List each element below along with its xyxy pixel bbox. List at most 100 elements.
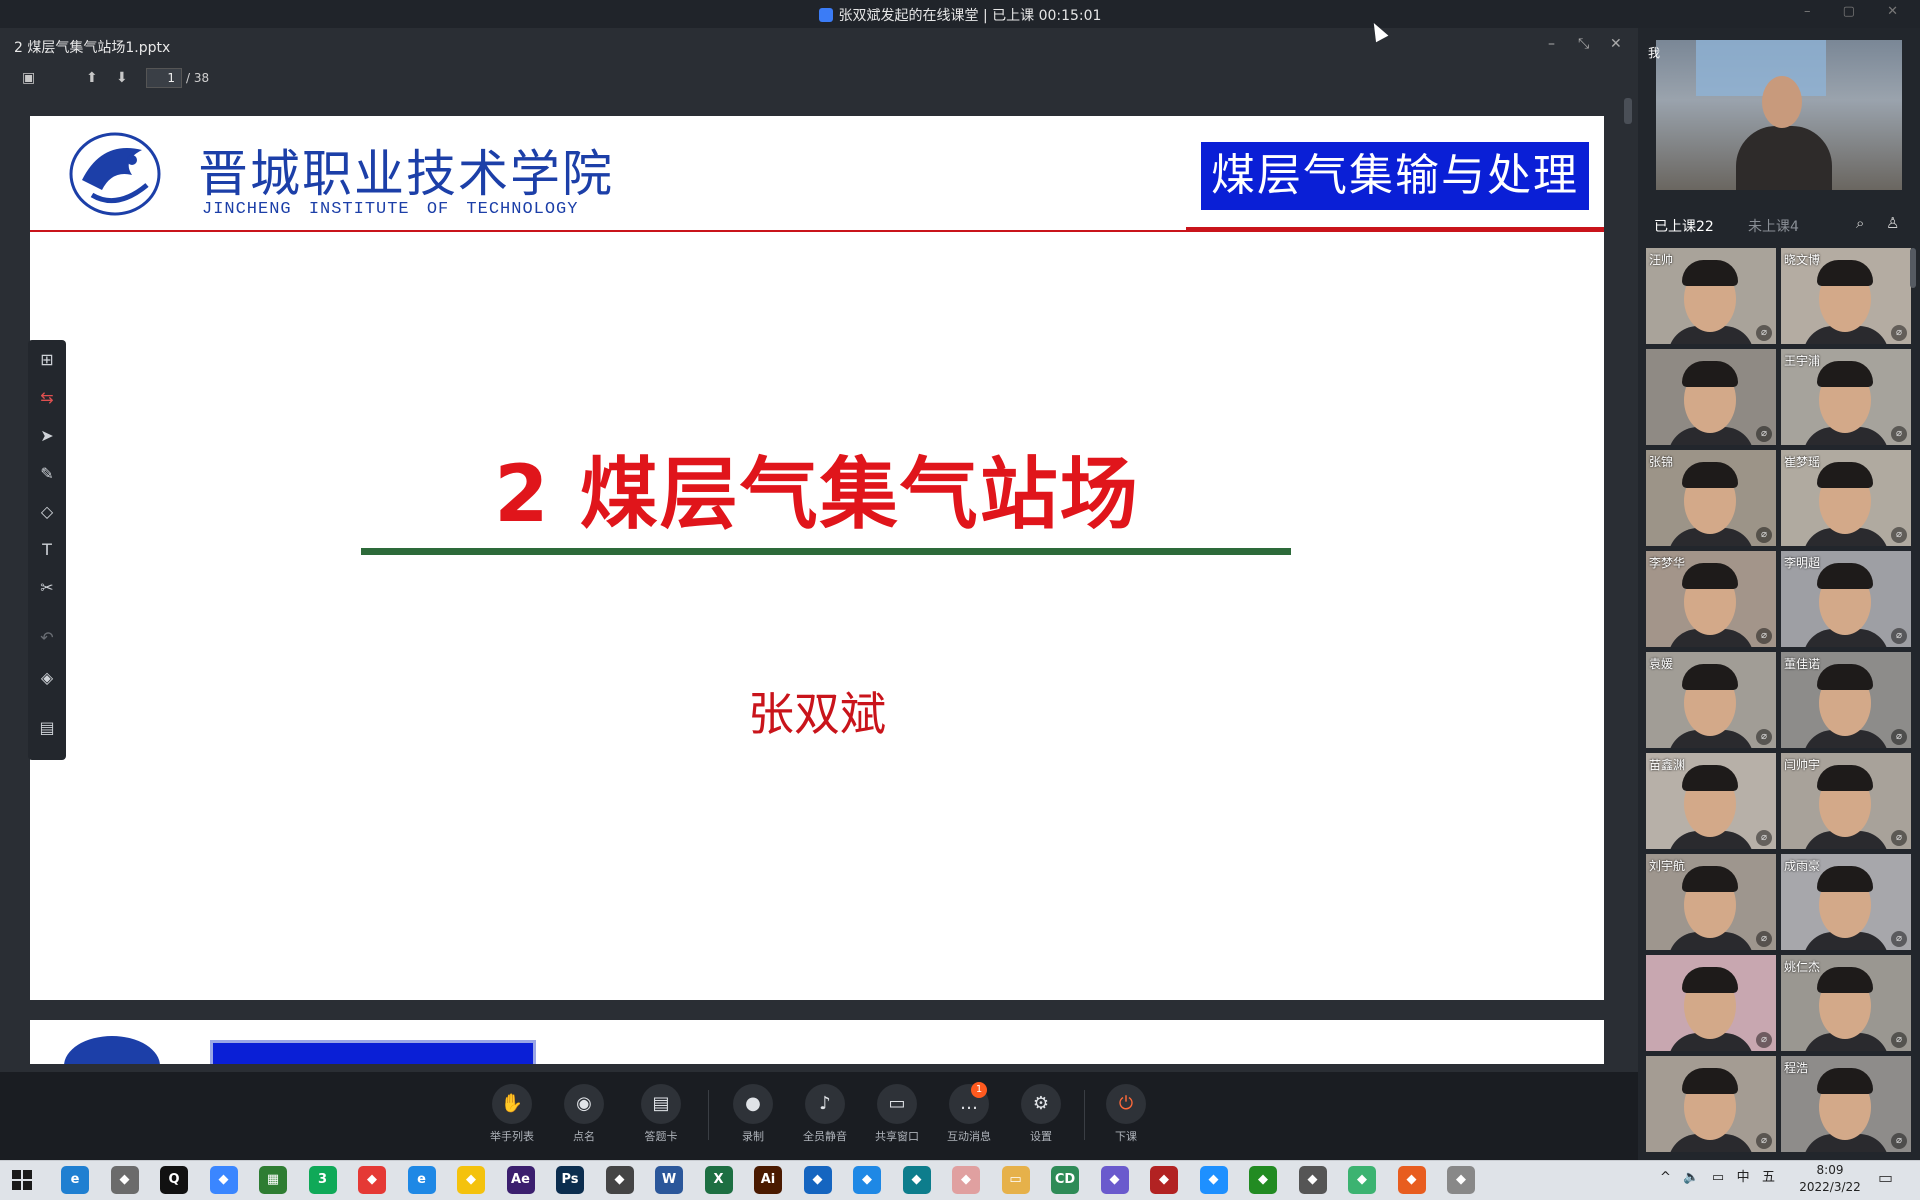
student-video-tile[interactable]: 张锦 ⌀: [1646, 450, 1776, 546]
volume-icon[interactable]: 🔈: [1683, 1170, 1699, 1185]
taskbar-app-Ae-icon[interactable]: Ae: [506, 1166, 535, 1194]
next-page-icon[interactable]: ⬇: [116, 70, 128, 86]
taskbar-app-app-icon[interactable]: ◆: [853, 1166, 881, 1194]
search-icon[interactable]: ⌕: [1856, 214, 1864, 232]
mic-muted-icon[interactable]: ⌀: [1756, 830, 1772, 846]
mic-muted-icon[interactable]: ⌀: [1891, 931, 1907, 947]
student-video-tile[interactable]: 汪帅 ⌀: [1646, 248, 1776, 344]
eraser-icon[interactable]: ◈: [28, 668, 66, 687]
tab-offline[interactable]: 未上课4: [1748, 216, 1799, 236]
student-video-tile[interactable]: 王宇浦 ⌀: [1781, 349, 1911, 445]
mic-muted-icon[interactable]: ⌀: [1756, 628, 1772, 644]
ime-indicator[interactable]: 中: [1737, 1170, 1750, 1185]
taskbar-app-app-icon[interactable]: ◆: [1249, 1166, 1277, 1194]
record-button[interactable]: ● 录制: [723, 1084, 783, 1144]
student-video-tile[interactable]: 董佳诺 ⌀: [1781, 652, 1911, 748]
taskbar-app-app-icon[interactable]: ◆: [1199, 1166, 1228, 1194]
pen-icon[interactable]: ✎: [28, 464, 66, 483]
share-window-button[interactable]: ▭ 共享窗口: [867, 1084, 927, 1144]
start-button[interactable]: [12, 1170, 32, 1190]
student-video-tile[interactable]: 苗鑫渊 ⌀: [1646, 753, 1776, 849]
mic-muted-icon[interactable]: ⌀: [1756, 729, 1772, 745]
student-video-tile[interactable]: 李梦华 ⌀: [1646, 551, 1776, 647]
taskbar-app-app-icon[interactable]: ◆: [110, 1166, 139, 1194]
student-video-tile[interactable]: 程浩 ⌀: [1781, 1056, 1911, 1152]
tab-online[interactable]: 已上课22: [1654, 216, 1714, 236]
mic-muted-icon[interactable]: ⌀: [1756, 426, 1772, 442]
taskbar-app-app-icon[interactable]: ◆: [605, 1166, 634, 1194]
ime-layout-indicator[interactable]: 五: [1762, 1170, 1775, 1185]
student-video-tile[interactable]: 李明超 ⌀: [1781, 551, 1911, 647]
slides-scrollbar[interactable]: [1624, 98, 1632, 1058]
student-video-tile[interactable]: 崔梦瑶 ⌀: [1781, 450, 1911, 546]
add-page-icon[interactable]: ⊞: [28, 350, 66, 369]
roll-call-button[interactable]: ◉ 点名: [554, 1084, 614, 1144]
student-video-tile[interactable]: ⌀: [1646, 349, 1776, 445]
taskbar-app-app-icon[interactable]: ◆: [1397, 1166, 1426, 1194]
mic-muted-icon[interactable]: ⌀: [1891, 729, 1907, 745]
taskbar-app-app-icon[interactable]: ◆: [952, 1166, 980, 1194]
notification-icon[interactable]: ▭: [1878, 1168, 1893, 1187]
messages-button[interactable]: … 1 互动消息: [939, 1082, 999, 1144]
switch-icon[interactable]: ⇆: [28, 388, 66, 407]
network-icon[interactable]: ▭: [1712, 1170, 1724, 1185]
taskbar-app-calc-icon[interactable]: ▦: [259, 1166, 287, 1194]
student-video-tile[interactable]: ⌀: [1646, 1056, 1776, 1152]
restore-doc-icon[interactable]: ⤡: [1578, 36, 1589, 52]
minimize-doc-icon[interactable]: –: [1548, 36, 1555, 52]
mic-muted-icon[interactable]: ⌀: [1891, 527, 1907, 543]
mic-muted-icon[interactable]: ⌀: [1891, 426, 1907, 442]
taskbar-app-X-icon[interactable]: X: [704, 1166, 733, 1194]
taskbar-app-360-icon[interactable]: 3: [308, 1166, 337, 1194]
taskbar-app-app-icon[interactable]: ◆: [803, 1166, 832, 1194]
taskbar-clock[interactable]: 8:09 2022/3/22: [1790, 1162, 1870, 1196]
panel-scrollbar[interactable]: [1910, 248, 1916, 288]
taskbar-app-app-icon[interactable]: ◆: [1298, 1166, 1327, 1194]
text-icon[interactable]: T: [28, 540, 66, 559]
taskbar-app-app-icon[interactable]: ◆: [1100, 1166, 1129, 1194]
taskbar-app-qq-icon[interactable]: Q: [160, 1166, 188, 1194]
toolbox-icon[interactable]: ▤: [28, 718, 66, 737]
taskbar-app-app-icon[interactable]: ◆: [1150, 1166, 1178, 1194]
user-icon[interactable]: ♙: [1886, 214, 1899, 232]
page-number-input[interactable]: 1: [146, 68, 182, 88]
pointer-icon[interactable]: ➤: [28, 426, 66, 445]
scroll-thumb[interactable]: [1624, 98, 1632, 124]
taskbar-app-ie-icon[interactable]: e: [407, 1166, 436, 1194]
system-tray[interactable]: ^ 🔈 ▭ 中 五: [1660, 1166, 1775, 1185]
taskbar-app-app-icon[interactable]: ◆: [358, 1166, 386, 1194]
window-controls[interactable]: – ▢ ✕: [1804, 4, 1912, 19]
mic-muted-icon[interactable]: ⌀: [1891, 1133, 1907, 1149]
taskbar-app-edge-icon[interactable]: e: [61, 1166, 89, 1194]
undo-icon[interactable]: ↶: [28, 628, 66, 647]
close-doc-icon[interactable]: ✕: [1610, 36, 1622, 52]
taskbar-app-app-icon[interactable]: ◆: [457, 1166, 485, 1194]
mic-muted-icon[interactable]: ⌀: [1756, 325, 1772, 341]
student-video-tile[interactable]: 袁媛 ⌀: [1646, 652, 1776, 748]
mic-muted-icon[interactable]: ⌀: [1756, 1032, 1772, 1048]
taskbar-app-app-icon[interactable]: ◆: [902, 1166, 931, 1194]
sidebar-toggle-icon[interactable]: ▣: [22, 70, 35, 86]
mic-muted-icon[interactable]: ⌀: [1756, 1133, 1772, 1149]
mic-muted-icon[interactable]: ⌀: [1891, 325, 1907, 341]
student-video-tile[interactable]: 姚仁杰 ⌀: [1781, 955, 1911, 1051]
student-video-tile[interactable]: 晓文博 ⌀: [1781, 248, 1911, 344]
taskbar-app-Ai-icon[interactable]: Ai: [754, 1166, 782, 1194]
taskbar-app-app-icon[interactable]: ◆: [209, 1166, 238, 1194]
student-video-tile[interactable]: 刘宇航 ⌀: [1646, 854, 1776, 950]
mic-muted-icon[interactable]: ⌀: [1891, 1032, 1907, 1048]
answer-card-button[interactable]: ▤ 答题卡: [631, 1084, 691, 1144]
mic-muted-icon[interactable]: ⌀: [1756, 527, 1772, 543]
mic-muted-icon[interactable]: ⌀: [1891, 628, 1907, 644]
scissors-icon[interactable]: ✂: [28, 578, 66, 597]
prev-page-icon[interactable]: ⬆: [86, 70, 98, 86]
mic-muted-icon[interactable]: ⌀: [1891, 830, 1907, 846]
student-video-tile[interactable]: 闫帅宇 ⌀: [1781, 753, 1911, 849]
tray-chevron-icon[interactable]: ^: [1660, 1170, 1671, 1185]
taskbar-app-app-icon[interactable]: ◆: [1348, 1166, 1376, 1194]
teacher-video[interactable]: [1656, 40, 1902, 190]
taskbar-app-W-icon[interactable]: W: [655, 1166, 683, 1194]
taskbar-app-Ps-icon[interactable]: Ps: [556, 1166, 584, 1194]
settings-button[interactable]: ⚙ 设置: [1011, 1084, 1071, 1144]
next-slide-preview[interactable]: [30, 1020, 1604, 1064]
